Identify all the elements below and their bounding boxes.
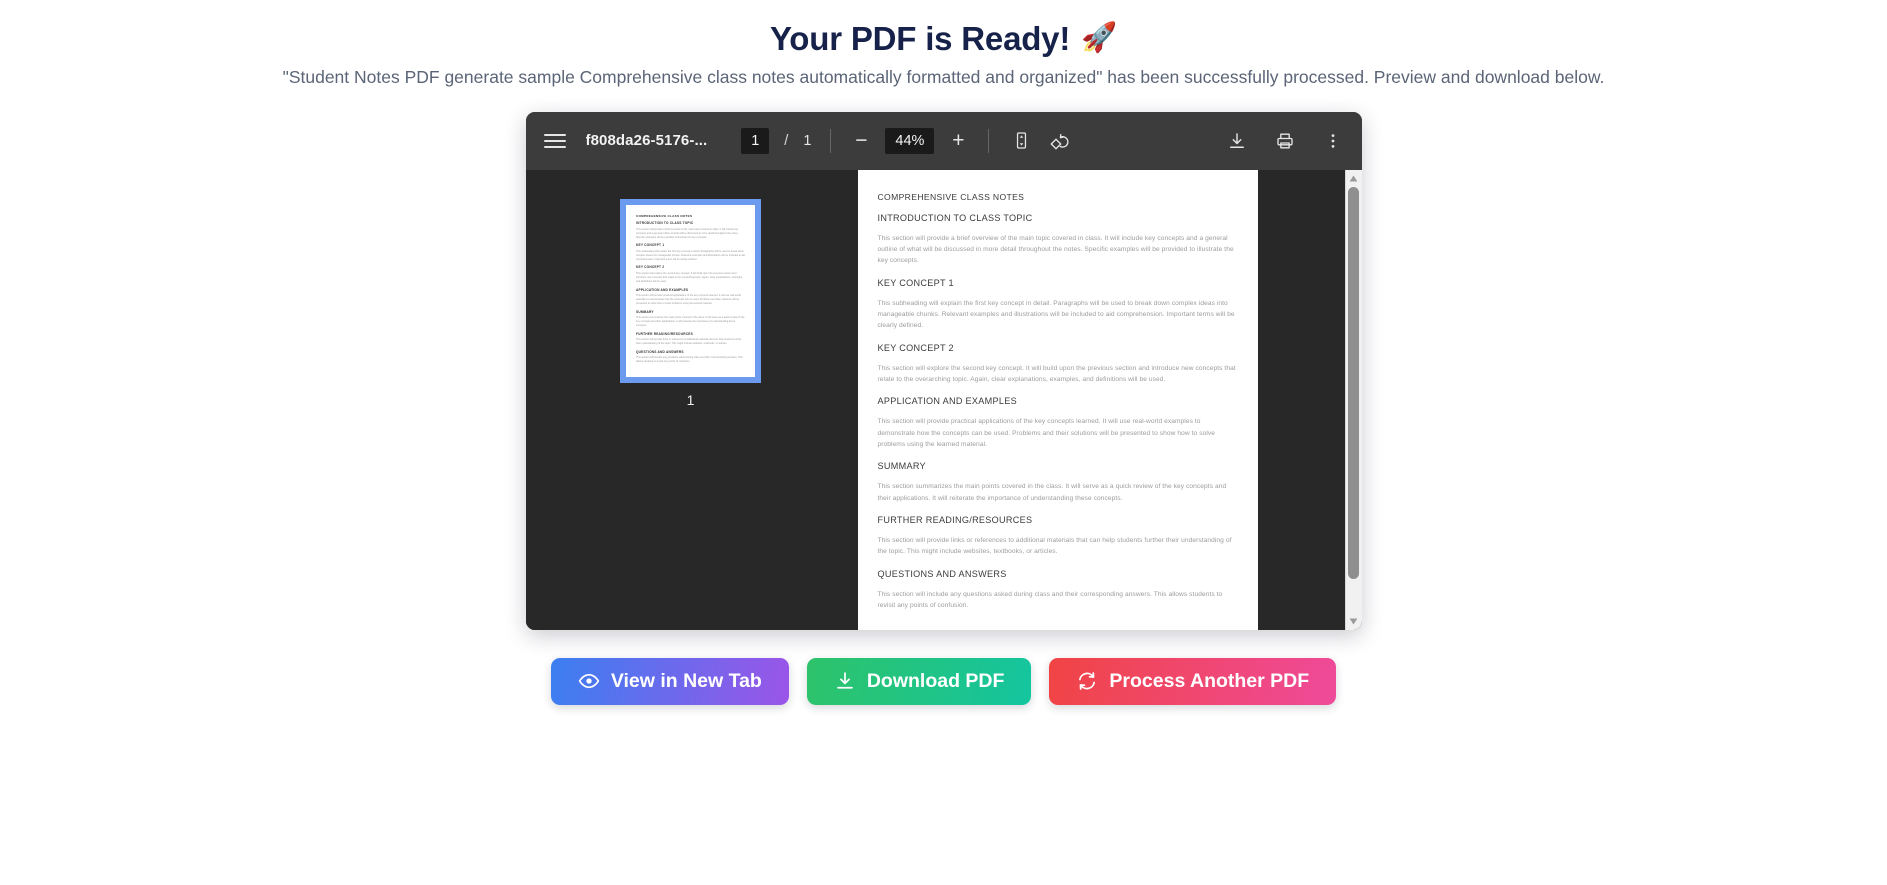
doc-paragraph: This subheading will explain the first k… — [877, 299, 1235, 330]
scroll-down-arrow-icon[interactable] — [1347, 615, 1360, 628]
more-vertical-icon[interactable] — [1320, 128, 1346, 154]
thumbnail-preview: COMPREHENSIVE CLASS NOTES INTRODUCTION T… — [626, 204, 755, 377]
zoom-out-button[interactable]: − — [850, 130, 872, 151]
doc-heading: COMPREHENSIVE CLASS NOTES — [877, 191, 1025, 202]
page-right-gutter — [1257, 169, 1277, 630]
thumb-block: This section will provide links or refer… — [636, 338, 742, 346]
doc-paragraph: This section will include any questions … — [877, 590, 1223, 609]
action-button-group: View in New Tab Download PDF Process Ano… — [550, 657, 1337, 705]
thumb-block: This section summarizes the main points … — [636, 316, 745, 328]
thumb-block: SUMMARY — [636, 309, 654, 314]
page-title-text: Your PDF is Ready! — [769, 20, 1071, 57]
doc-heading: APPLICATION AND EXAMPLES — [877, 396, 1017, 407]
toolbar-page-group: 1 / 1 − 44% + — [741, 127, 1073, 154]
thumb-block: FURTHER READING/RESOURCES — [636, 331, 693, 336]
thumb-block: QUESTIONS AND ANSWERS — [636, 349, 684, 354]
toolbar-divider-1 — [830, 128, 832, 153]
pdf-filename: f808da26-5176-... — [585, 132, 708, 150]
zoom-in-button[interactable]: + — [947, 130, 969, 151]
download-icon[interactable] — [1224, 128, 1250, 154]
thumb-block: This section will include any questions … — [636, 356, 743, 364]
page-separator: / — [784, 132, 789, 149]
view-in-new-tab-button[interactable]: View in New Tab — [550, 657, 789, 705]
pdf-viewer: f808da26-5176-... 1 / 1 − 44% + COMPREHE… — [525, 111, 1362, 630]
page-title: Your PDF is Ready! 🚀 — [770, 18, 1117, 59]
rotate-counterclockwise-icon[interactable] — [1047, 128, 1073, 154]
scrollbar-thumb[interactable] — [1348, 186, 1359, 579]
toolbar-divider-2 — [988, 128, 990, 153]
button-label: Download PDF — [866, 669, 1005, 692]
doc-heading: QUESTIONS AND ANSWERS — [877, 568, 1007, 579]
thumb-block: This section will explore the second key… — [636, 271, 743, 284]
thumb-block: KEY CONCEPT 2 — [636, 265, 665, 270]
pdf-page-area: COMPREHENSIVE CLASS NOTES INTRODUCTION T… — [855, 169, 1345, 630]
pdf-toolbar: f808da26-5176-... 1 / 1 − 44% + — [525, 111, 1362, 170]
doc-heading: INTRODUCTION TO CLASS TOPIC — [877, 212, 1033, 223]
process-another-pdf-button[interactable]: Process Another PDF — [1049, 657, 1337, 705]
page-subtitle: "Student Notes PDF generate sample Compr… — [282, 67, 1605, 88]
doc-heading: FURTHER READING/RESOURCES — [877, 515, 1033, 526]
pdf-page-1: COMPREHENSIVE CLASS NOTES INTRODUCTION T… — [857, 169, 1258, 630]
thumbnail-panel: COMPREHENSIVE CLASS NOTES INTRODUCTION T… — [525, 169, 856, 630]
toolbar-right-group — [1224, 128, 1346, 154]
page-thumbnail-1[interactable]: COMPREHENSIVE CLASS NOTES INTRODUCTION T… — [621, 199, 760, 382]
thumb-block: COMPREHENSIVE CLASS NOTES — [636, 213, 693, 218]
thumb-block: KEY CONCEPT 1 — [636, 243, 665, 248]
fit-to-page-icon[interactable] — [1008, 128, 1034, 154]
doc-paragraph: This section will provide links or refer… — [877, 537, 1232, 556]
download-icon — [834, 670, 856, 692]
print-icon[interactable] — [1272, 128, 1298, 154]
thumb-block: INTRODUCTION TO CLASS TOPIC — [636, 221, 694, 226]
eye-icon — [578, 670, 600, 692]
rocket-icon: 🚀 — [1081, 22, 1118, 55]
scrollbar-track[interactable] — [1346, 185, 1362, 615]
doc-paragraph: This section will provide a brief overvi… — [877, 234, 1234, 265]
scroll-up-arrow-icon[interactable] — [1347, 172, 1360, 185]
thumb-block: APPLICATION AND EXAMPLES — [636, 287, 689, 292]
zoom-level-display[interactable]: 44% — [885, 127, 935, 154]
button-label: View in New Tab — [610, 669, 762, 692]
doc-heading: KEY CONCEPT 2 — [877, 342, 954, 353]
doc-paragraph: This section summarizes the main points … — [877, 483, 1227, 502]
doc-heading: KEY CONCEPT 1 — [877, 277, 954, 288]
download-pdf-button[interactable]: Download PDF — [806, 657, 1032, 705]
vertical-scrollbar[interactable] — [1344, 169, 1362, 630]
current-page-input[interactable]: 1 — [741, 127, 770, 154]
pdf-result-page: Your PDF is Ready! 🚀 "Student Notes PDF … — [0, 0, 1887, 885]
total-pages-label: 1 — [803, 132, 812, 149]
thumb-block: This section will provide practical appl… — [636, 294, 741, 306]
refresh-icon — [1076, 670, 1098, 692]
thumb-block: This section will provide a brief overvi… — [636, 227, 739, 239]
thumbnail-page-number: 1 — [686, 391, 695, 408]
toolbar-left-group: f808da26-5176-... — [542, 128, 708, 154]
button-label: Process Another PDF — [1109, 669, 1310, 692]
doc-heading: SUMMARY — [877, 461, 926, 472]
thumb-block: This subheading will explain the first k… — [636, 249, 745, 261]
doc-paragraph: This section will provide practical appl… — [877, 418, 1215, 449]
pdf-viewer-body: COMPREHENSIVE CLASS NOTES INTRODUCTION T… — [525, 169, 1362, 630]
hamburger-menu-icon[interactable] — [542, 128, 568, 154]
doc-paragraph: This section will explore the second key… — [877, 364, 1236, 384]
